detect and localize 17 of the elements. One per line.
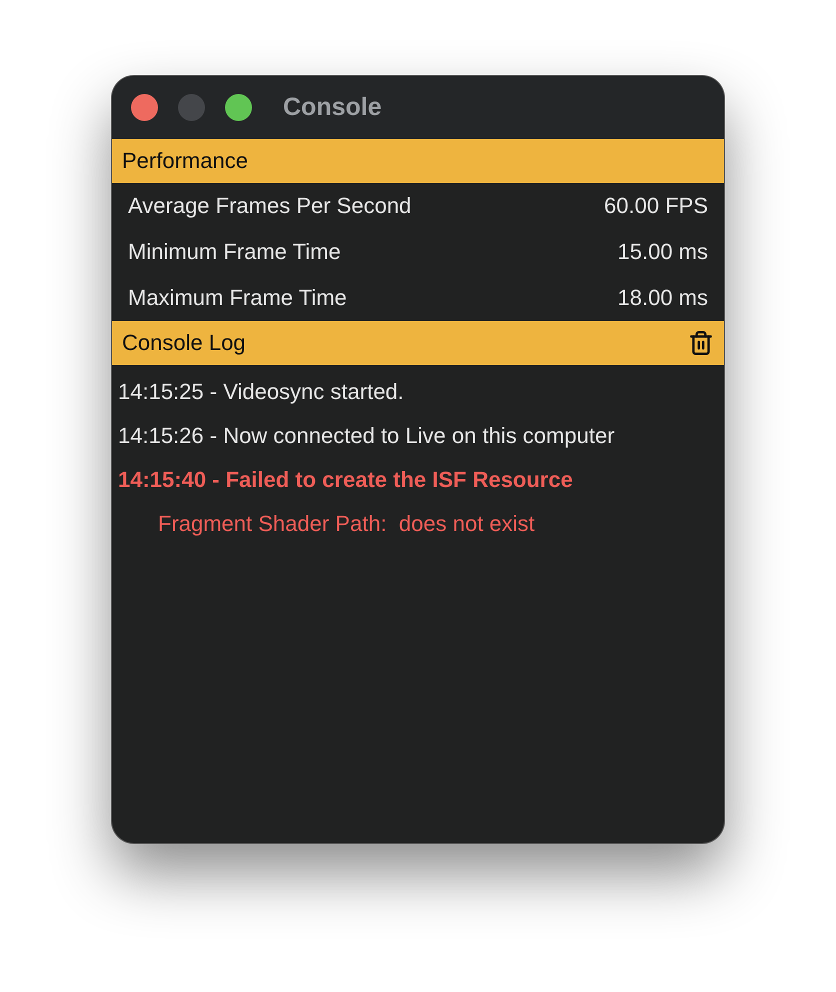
metric-value: 15.00 ms [618, 239, 708, 265]
metric-value: 60.00 FPS [604, 193, 708, 219]
close-window-button[interactable] [131, 94, 158, 121]
log-line: 14:15:40 - Failed to create the ISF Resource [118, 466, 574, 494]
metric-label: Maximum Frame Time [128, 285, 347, 311]
log-line: 14:15:25 - Videosync started. [118, 378, 405, 406]
metric-label: Average Frames Per Second [128, 193, 412, 219]
window-title: Console [283, 93, 382, 122]
zoom-window-button[interactable] [225, 94, 252, 121]
metric-label: Minimum Frame Time [128, 239, 341, 265]
section-title: Performance [122, 148, 248, 174]
metric-value: 18.00 ms [618, 285, 708, 311]
trash-icon [688, 330, 714, 356]
section-title: Console Log [122, 330, 246, 356]
log-line: Fragment Shader Path: does not exist [157, 510, 536, 538]
trash-button[interactable] [688, 330, 714, 356]
log-line: 14:15:26 - Now connected to Live on this computer [118, 422, 616, 450]
